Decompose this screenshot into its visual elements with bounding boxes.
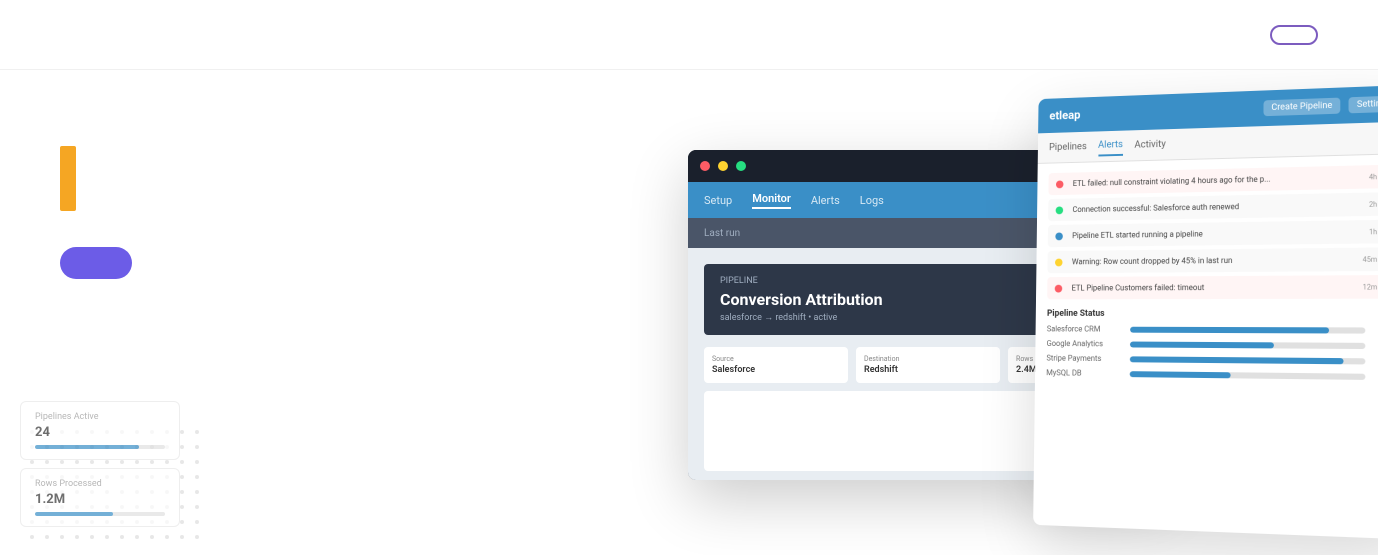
info-dot — [1055, 232, 1063, 240]
hero-screenshots: Setup Monitor Alerts Logs Last run 10m a… — [628, 90, 1378, 555]
side-card-rows: Rows Processed 1.2M — [20, 468, 180, 527]
ss2-actions: Create Pipeline Settings — [1263, 95, 1378, 116]
ss2-row-alert1: ETL failed: null constraint violating 4 … — [1048, 164, 1378, 195]
window-maximize-dot — [736, 161, 746, 171]
ss2-progress-stripe: Stripe Payments 91% — [1046, 354, 1378, 366]
ss2-tab-pipelines: Pipelines — [1049, 138, 1087, 157]
ss2-create-pipeline: Create Pipeline — [1263, 98, 1340, 117]
ss2-row-warn1: Warning: Row count dropped by 45% in las… — [1047, 247, 1378, 273]
alert-dot — [1056, 180, 1064, 188]
ss2-progress-salesforce: Salesforce CRM 85% — [1047, 325, 1378, 335]
ss2-row-info1: Pipeline ETL started running a pipeline … — [1048, 220, 1378, 248]
screenshot-second: etleap Create Pipeline Settings Pipeline… — [1033, 85, 1378, 540]
ss2-row-alert2: ETL Pipeline Customers failed: timeout 1… — [1047, 275, 1378, 299]
ss2-settings: Settings — [1349, 95, 1378, 113]
ss-nav-setup: Setup — [704, 194, 732, 207]
hero-cta-button[interactable] — [60, 247, 132, 279]
hero-content — [60, 150, 680, 279]
side-card-pipelines: Pipelines Active 24 — [20, 401, 180, 460]
ss2-row-success1: Connection successful: Salesforce auth r… — [1048, 192, 1378, 221]
ss2-tab-alerts: Alerts — [1098, 135, 1123, 156]
hero-title-highlighted — [60, 146, 76, 211]
warning-dot — [1055, 258, 1063, 266]
ss2-tab-activity: Activity — [1134, 135, 1166, 154]
ss2-logo: etleap — [1049, 108, 1080, 122]
side-cards: Pipelines Active 24 Rows Processed 1.2M — [0, 401, 200, 535]
request-demo-button[interactable] — [1270, 25, 1318, 45]
alert-dot-2 — [1055, 284, 1063, 292]
ss2-content: ETL failed: null constraint violating 4 … — [1035, 154, 1378, 398]
hero-section: const dotsGrid = document.querySelector(… — [0, 70, 1378, 555]
success-dot — [1056, 206, 1064, 214]
hero-title — [60, 150, 680, 207]
window-minimize-dot — [718, 161, 728, 171]
window-close-dot — [700, 161, 710, 171]
ss-nav-alerts: Alerts — [811, 194, 840, 207]
ss-nav-logs: Logs — [860, 194, 884, 207]
ss2-section-title: Pipeline Status — [1047, 309, 1378, 319]
site-header — [0, 0, 1378, 70]
nav-actions — [1250, 25, 1318, 45]
ss-nav-monitor: Monitor — [752, 192, 791, 209]
ss2-progress-ga: Google Analytics 62% — [1047, 339, 1378, 350]
ss2-progress-mysql: MySQL DB 44% — [1046, 368, 1378, 381]
